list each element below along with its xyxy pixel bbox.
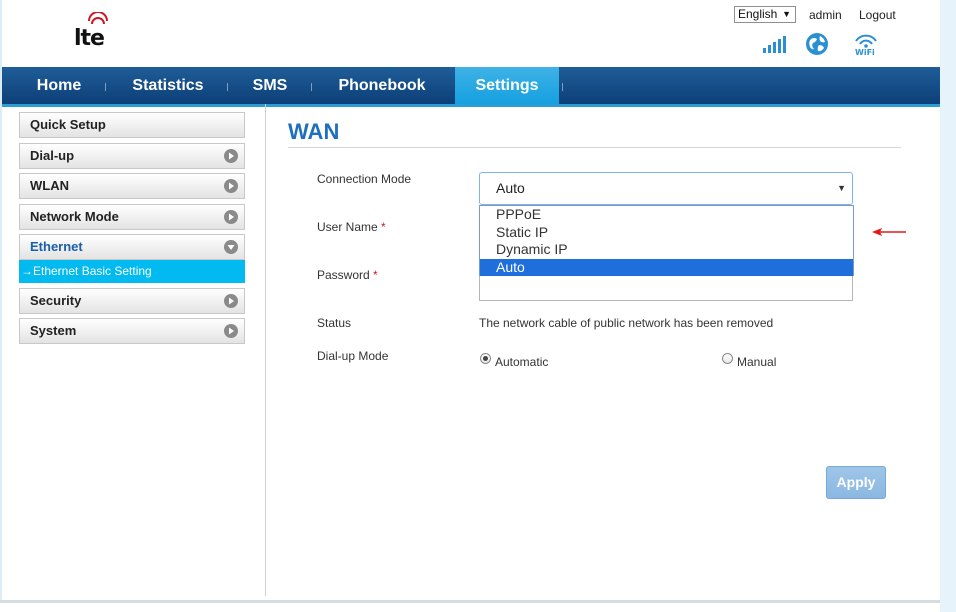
radio-automatic-label[interactable]: Automatic [495,355,548,369]
sidebar-item-security[interactable]: Security [19,288,245,314]
chevron-down-icon: ▼ [782,9,791,19]
chevron-right-icon [224,324,238,338]
username-label-text: User Name [317,220,378,234]
nav-separator [105,83,106,91]
sidebar-item-ethernet[interactable]: Ethernet [19,234,245,260]
annotation-arrow-icon [872,228,906,236]
chevron-down-icon: ▼ [837,183,846,193]
language-value: English [738,7,778,21]
language-select[interactable]: English ▼ [734,6,796,23]
sidebar-subitem-ethernet-basic-setting[interactable]: →Ethernet Basic Setting [19,260,245,283]
tab-phonebook[interactable]: Phonebook [324,67,440,104]
connection-mode-value: Auto [496,180,525,196]
sidebar-item-system[interactable]: System [19,318,245,344]
chevron-right-icon [224,294,238,308]
sidebar-item-label: Network Mode [30,209,119,224]
sidebar-item-label: Dial-up [30,148,75,163]
connection-mode-dropdown: PPPoE Static IP Dynamic IP Auto [479,205,854,276]
radio-manual[interactable] [722,353,733,364]
password-field-label: Password * [317,268,378,282]
tab-settings[interactable]: Settings [455,67,559,104]
logo-text: lte [74,26,105,51]
sidebar-item-label: WLAN [30,178,69,193]
nav-separator [311,83,312,91]
sidebar-item-label: System [30,323,77,338]
dropdown-option-pppoe[interactable]: PPPoE [480,206,853,224]
sidebar-item-network-mode[interactable]: Network Mode [19,204,245,230]
logout-link[interactable]: Logout [859,8,896,22]
required-marker: * [373,268,378,282]
apply-button[interactable]: Apply [826,466,886,499]
chevron-right-icon [224,210,238,224]
sidebar-divider [265,104,266,596]
tab-statistics[interactable]: Statistics [118,67,218,104]
dropdown-option-auto[interactable]: Auto [480,258,853,276]
frame-right-border [940,0,956,612]
svg-text:WiFi: WiFi [855,48,875,56]
logo-waves-icon [88,12,108,25]
tab-sms[interactable]: SMS [240,67,300,104]
status-value: The network cable of public network has … [479,316,774,330]
sidebar-item-dial-up[interactable]: Dial-up [19,143,245,169]
title-divider [288,147,901,148]
chevron-down-icon [224,240,238,254]
password-input[interactable] [479,275,853,301]
main-navbar: Home Statistics SMS Phonebook Settings [2,67,940,107]
password-label-text: Password [317,268,370,282]
nav-separator [227,83,228,91]
dropdown-option-static-ip[interactable]: Static IP [480,224,853,242]
chevron-right-icon [224,179,238,193]
dialup-mode-label: Dial-up Mode [317,349,389,363]
dropdown-option-dynamic-ip[interactable]: Dynamic IP [480,241,853,259]
lte-logo: lte [74,12,118,52]
status-label: Status [317,316,352,330]
sidebar-item-label: Ethernet [30,239,83,254]
connection-mode-label: Connection Mode [317,172,412,186]
chevron-right-icon [224,149,238,163]
frame-bottom-border [0,600,940,603]
required-marker: * [381,220,386,234]
signal-strength-icon [763,36,786,53]
username-label: admin [809,8,842,22]
sidebar-item-wlan[interactable]: WLAN [19,173,245,199]
radio-manual-label[interactable]: Manual [737,355,776,369]
page-title: WAN [288,119,340,144]
sidebar-item-label: Quick Setup [30,117,106,132]
tab-home[interactable]: Home [22,67,96,104]
radio-automatic[interactable] [480,353,491,364]
sidebar-item-quick-setup[interactable]: Quick Setup [19,112,245,138]
sidebar-item-label: Security [30,293,82,308]
connection-mode-select[interactable]: Auto ▼ [479,172,853,205]
nav-separator [562,83,563,91]
internet-globe-icon [806,33,828,55]
username-field-label: User Name * [317,220,386,234]
wifi-icon: WiFi [855,34,877,56]
